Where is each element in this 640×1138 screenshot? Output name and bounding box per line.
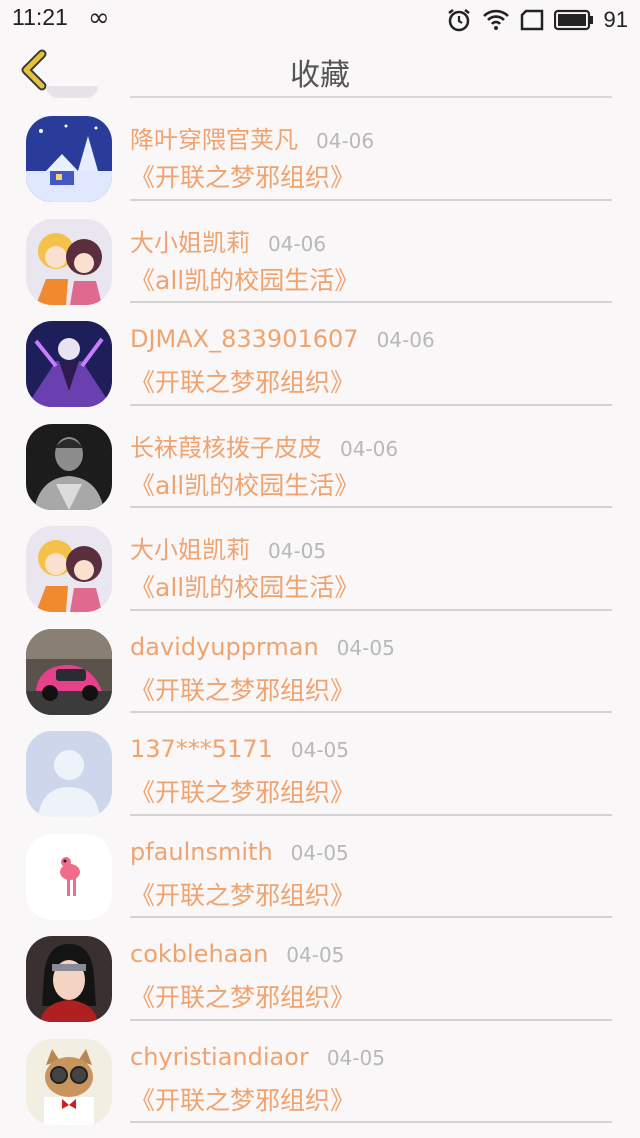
item-name: davidyupprman 04-05 [130,632,395,661]
item-date: 04-05 [290,738,350,762]
list-item[interactable]: 大小姐凯莉 04-05 《all凯的校园生活》 [0,508,640,612]
item-book-title: 《开联之梦邪组织》 [130,675,356,705]
item-date: 04-05 [336,635,395,660]
list-item[interactable]: DJMAX_833901607 04-06 《开联之梦邪组织》 [0,303,640,407]
item-name: DJMAX_833901607 04-06 [130,325,435,353]
battery-level: 91 [603,7,628,32]
list-item[interactable]: davidyupprman 04-05 《开联之梦邪组织》 [0,611,640,715]
list-item[interactable]: pfaulnsmith 04-05 《开联之梦邪组织》 [0,816,640,920]
cat-glasses-avatar [26,1038,112,1125]
item-date: 04-06 [340,436,399,461]
item-date: 04-05 [326,1045,385,1070]
wifi-icon [482,8,510,32]
anime-duo-avatar [26,526,112,612]
favorites-list: 降叶穿隈官荚凡 04-06 《开联之梦邪组织》 大小姐凯莉 04-06 《all凯的… [0,98,640,1125]
item-book-title: 《开联之梦邪组织》 [130,368,356,397]
item-name: cokblehaan 04-05 [130,940,345,968]
item-name: 降叶穿隈官荚凡 04-06 [130,126,375,154]
item-date: 04-05 [290,840,349,865]
item-book-title: 《all凯的校园生活》 [130,573,360,602]
status-time: 11:21 [12,4,68,30]
item-book-title: 《开联之梦邪组织》 [130,983,356,1012]
divider [130,1121,612,1123]
item-name: 大小姐凯莉 04-05 [130,536,327,564]
list-item[interactable]: 137***5171 04-05 《开联之梦邪组织》 [0,713,640,817]
partial-avatar [46,86,98,98]
list-item[interactable]: 大小姐凯莉 04-06 《all凯的校园生活》 [0,201,640,305]
dark-fantasy-avatar [26,321,112,407]
item-name: chyristiandiaor 04-05 [130,1042,385,1071]
item-name: 大小姐凯莉 04-06 [130,228,327,257]
item-book-title: 《开联之梦邪组织》 [130,163,356,192]
item-date: 04-05 [286,943,345,967]
status-icons: 91 [446,4,628,36]
anime-duo-avatar [26,218,112,305]
item-book-title: 《开联之梦邪组织》 [130,880,356,910]
list-item[interactable]: cokblehaan 04-05 《开联之梦邪组织》 [0,918,640,1022]
flamingo-avatar [26,833,112,920]
man-portrait-avatar [26,423,112,510]
list-item[interactable]: chyristiandiaor 04-05 《开联之梦邪组织》 [0,1021,640,1125]
ninja-avatar [26,936,112,1022]
item-name: 长袜葭核拨子皮皮 04-06 [130,433,399,462]
item-date: 04-06 [376,328,435,352]
infinity-icon: ∞ [88,3,110,33]
item-date: 04-06 [268,231,327,256]
snow-house-avatar [26,116,112,202]
item-name: 137***5171 04-05 [130,735,350,763]
item-date: 04-05 [268,539,327,563]
sim-icon [520,9,544,31]
default-user-avatar [26,731,112,817]
item-book-title: 《开联之梦邪组织》 [130,1085,356,1115]
item-book-title: 《all凯的校园生活》 [130,470,360,500]
item-name: pfaulnsmith 04-05 [130,837,349,866]
status-bar: 11:21 ∞ 91 [0,0,640,40]
alarm-icon [446,7,472,33]
item-book-title: 《开联之梦邪组织》 [130,778,356,807]
item-book-title: 《all凯的校园生活》 [130,265,360,295]
list-item[interactable]: 降叶穿隈官荚凡 04-06 《开联之梦邪组织》 [0,98,640,202]
item-date: 04-06 [316,129,375,153]
list-item[interactable]: 长袜葭核拨子皮皮 04-06 《all凯的校园生活》 [0,406,640,510]
battery-icon [553,9,594,31]
pink-car-avatar [26,628,112,715]
